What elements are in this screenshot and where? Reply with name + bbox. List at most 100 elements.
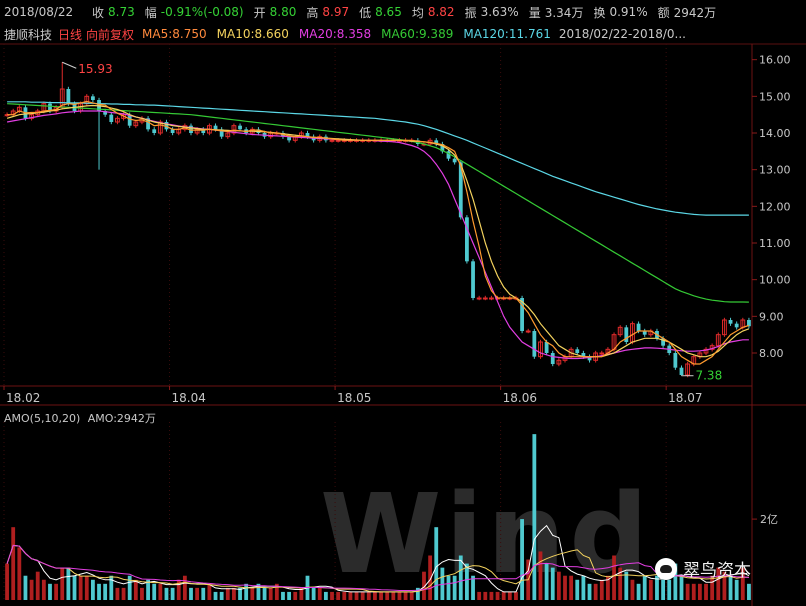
stock-chart-window: 2018/08/22 收 8.73 幅 -0.91%(-0.08) 开 8.80… (0, 0, 806, 606)
volume-bar (84, 575, 89, 600)
volume-bar (575, 579, 580, 600)
volume-bar (78, 575, 83, 600)
candle-body (238, 125, 242, 130)
volume-bar (268, 587, 273, 600)
volume-bar (41, 579, 46, 600)
candle-body (544, 342, 549, 353)
volume-bar (330, 591, 334, 600)
volume-bar (23, 575, 28, 600)
volume-bar (685, 583, 690, 600)
volume-bar (489, 591, 494, 600)
volume-bar (35, 571, 40, 600)
volume-bar (379, 591, 383, 600)
volume-bar (587, 583, 592, 600)
brand-name: 翠鸟资本 (683, 561, 751, 581)
volume-bar (550, 567, 555, 600)
volume-bar (354, 591, 359, 600)
xtick-label: 18.04 (172, 391, 206, 405)
volume-bar (195, 587, 200, 600)
volume-bar (54, 583, 59, 600)
xtick-label: 18.02 (6, 391, 40, 405)
volume-bar (213, 591, 218, 600)
amo-ma5-line (6, 524, 750, 593)
volume-bar (317, 587, 322, 600)
price-volume-chart: 8.00 9.00 10.00 11.00 12.00 13.00 14.00 15.00 16… (0, 43, 806, 606)
ma60-line (7, 103, 749, 303)
candle-body (575, 349, 580, 353)
ytick-label: 11.00 (759, 237, 791, 250)
low-mark-label: 7.38 (695, 369, 722, 383)
volume-bar (403, 591, 408, 600)
volume-bar (642, 575, 647, 600)
volume-bar (91, 579, 95, 600)
volume-bar (127, 575, 132, 600)
volume-bar (569, 575, 574, 600)
volume-bar (532, 434, 537, 600)
volume-bar (66, 567, 71, 600)
volume-bar (697, 583, 702, 600)
amo-value: AMO:2942万 (87, 412, 156, 425)
candle-body (599, 352, 605, 355)
xtick-label: 18.06 (503, 391, 537, 405)
volume-bar (201, 587, 206, 600)
candle-body (329, 139, 335, 142)
volume-bar (133, 579, 138, 600)
candle-body (335, 139, 341, 142)
amo-legend: AMO(5,10,20) AMO:2942万 (4, 410, 156, 426)
volume-bar (593, 583, 598, 600)
volume-bar (514, 591, 518, 600)
volume-bar (409, 591, 414, 600)
volume-bar (648, 579, 653, 600)
volume-bar (164, 587, 169, 600)
volume-bar (501, 591, 506, 600)
volume-bar (581, 575, 586, 600)
volume-bar (507, 591, 512, 600)
high-mark-label: 15.93 (78, 62, 112, 76)
candle-body (525, 330, 531, 333)
volume-bar (391, 591, 396, 600)
candle-body (452, 158, 457, 163)
volume-bar (366, 591, 371, 600)
volume-bar (293, 591, 298, 600)
volume-bar (5, 563, 9, 600)
volume-bar (311, 587, 316, 600)
volume-bar (219, 591, 224, 600)
volume-bar (225, 587, 230, 600)
volume-bar (360, 591, 365, 600)
ytick-label: 14.00 (759, 127, 791, 140)
volume-bar (158, 583, 163, 600)
volume-bar (17, 547, 22, 600)
volume-bar (612, 555, 616, 600)
volume-bar (152, 583, 157, 600)
volume-bar (103, 583, 108, 600)
volume-bar (115, 587, 120, 600)
ma20-line (6, 110, 749, 360)
volume-bar (189, 587, 193, 600)
candle-body (636, 323, 641, 331)
volume-bar (397, 591, 402, 600)
volume-bar (250, 587, 255, 600)
ytick-label: 10.00 (759, 274, 791, 287)
volume-bar (465, 563, 469, 600)
xtick-label: 18.05 (337, 391, 371, 405)
candle-body (532, 331, 537, 357)
volume-bar (97, 583, 101, 600)
volume-bar (140, 587, 144, 600)
candle-body (476, 297, 482, 300)
volume-bar (704, 583, 708, 600)
candle-body (66, 89, 71, 104)
volume-bar (336, 591, 341, 600)
volume-bar (182, 575, 187, 600)
volume-bar (48, 583, 52, 600)
high-mark-leader (62, 61, 77, 69)
ytick-label: 13.00 (759, 164, 791, 177)
volume-bar (599, 579, 604, 600)
candle-body (679, 367, 684, 375)
volume-bar (556, 571, 561, 600)
volume-bar (544, 563, 549, 600)
volume-bar (373, 591, 377, 600)
wechat-icon (655, 557, 677, 580)
candle-body (734, 323, 739, 328)
volume-bar (72, 575, 77, 600)
volume-bar (747, 583, 751, 600)
